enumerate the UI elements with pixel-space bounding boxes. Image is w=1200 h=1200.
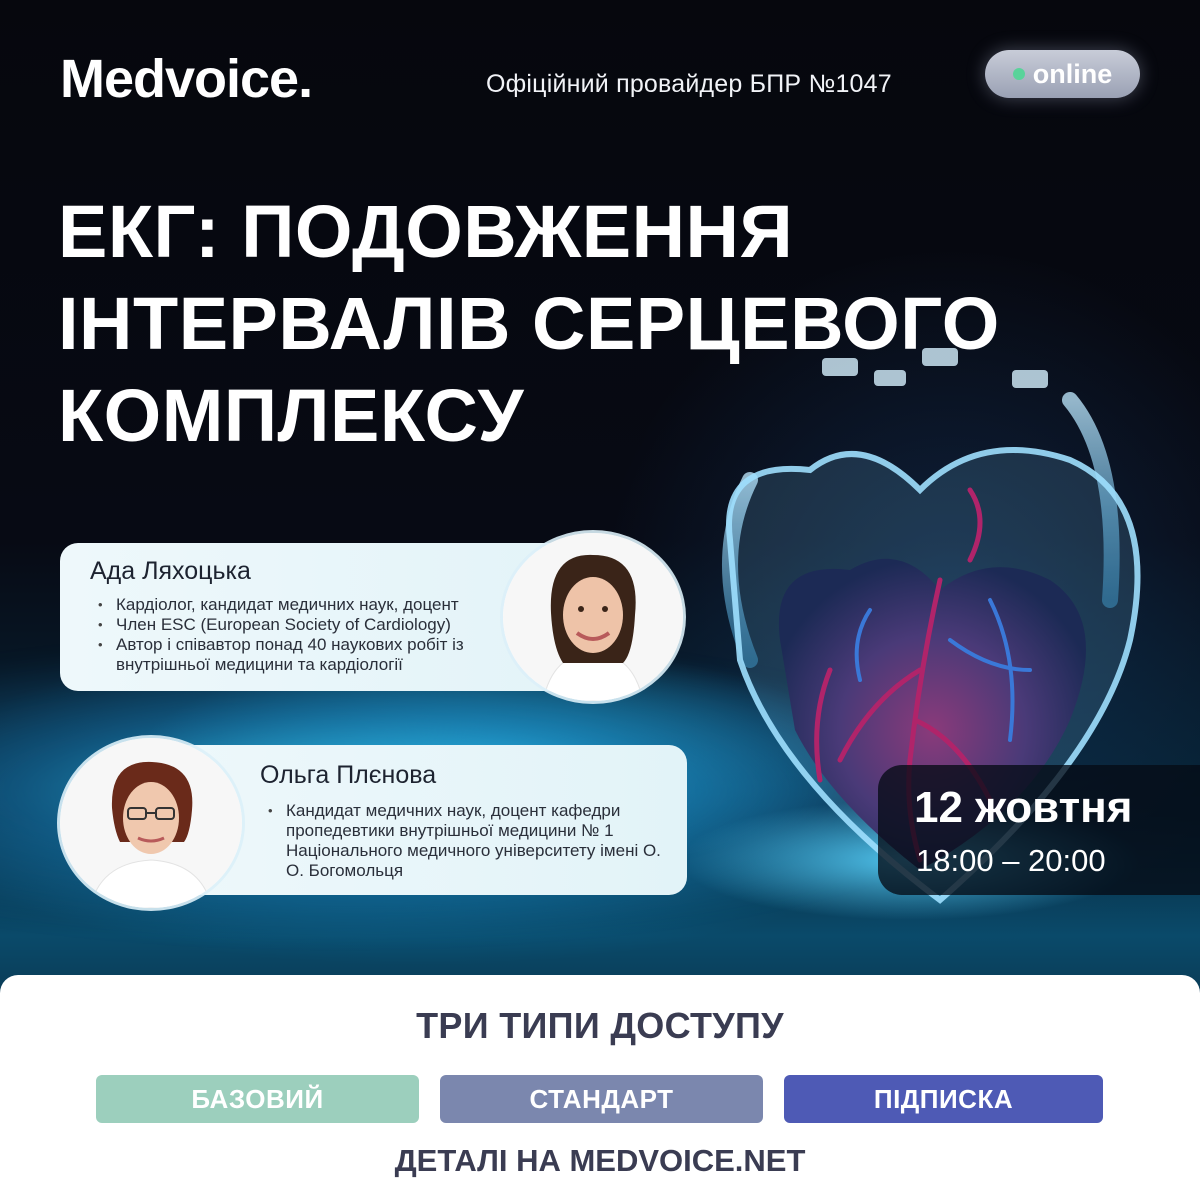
poster-background: Medvoice. Офіційний провайдер БПР №1047 … [0,0,1200,1200]
speaker-bio-list: Кандидат медичних наук, доцент кафедри п… [268,801,668,881]
online-status-icon [1012,68,1025,80]
provider-text: Офіційний провайдер БПР №1047 [486,70,892,98]
access-panel: ТРИ ТИПИ ДОСТУПУ БАЗОВИЙ СТАНДАРТ ПІДПИС… [0,975,1200,1200]
online-badge: online [985,50,1140,98]
list-item: Кардіолог, кандидат медичних наук, доцен… [98,595,518,615]
tier-standard-button[interactable]: СТАНДАРТ [440,1075,763,1123]
event-date-block: 12 жовтня 18:00 – 20:00 [878,765,1200,895]
event-date: 12 жовтня [914,783,1133,832]
speaker-name: Ада Ляхоцька [90,557,251,585]
speaker-name: Ольга Плєнова [260,761,437,789]
list-item: Член ESC (European Society of Cardiology… [98,615,518,635]
avatar [60,738,242,908]
event-time: 18:00 – 20:00 [916,843,1106,878]
logo-dot: . [298,49,313,109]
speaker-photo-1 [503,533,683,701]
details-link[interactable]: ДЕТАЛІ НА MEDVOICE.NET [0,1143,1200,1179]
online-label: online [1032,58,1113,89]
avatar [503,533,683,701]
logo-text: Medvoice [60,49,299,109]
access-title: ТРИ ТИПИ ДОСТУПУ [416,1005,784,1046]
speaker-photo-2 [60,738,242,908]
list-item: Кандидат медичних наук, доцент кафедри п… [268,801,668,881]
tier-basic-button[interactable]: БАЗОВИЙ [96,1075,419,1123]
list-item: Автор і співавтор понад 40 наукових робі… [98,635,518,675]
title-line-1: ЕКГ: ПОДОВЖЕННЯ [58,190,794,273]
tier-subscription-button[interactable]: ПІДПИСКА [784,1075,1103,1123]
medvoice-logo: Medvoice. [60,48,313,110]
speaker-bio-list: Кардіолог, кандидат медичних наук, доцен… [98,595,518,675]
